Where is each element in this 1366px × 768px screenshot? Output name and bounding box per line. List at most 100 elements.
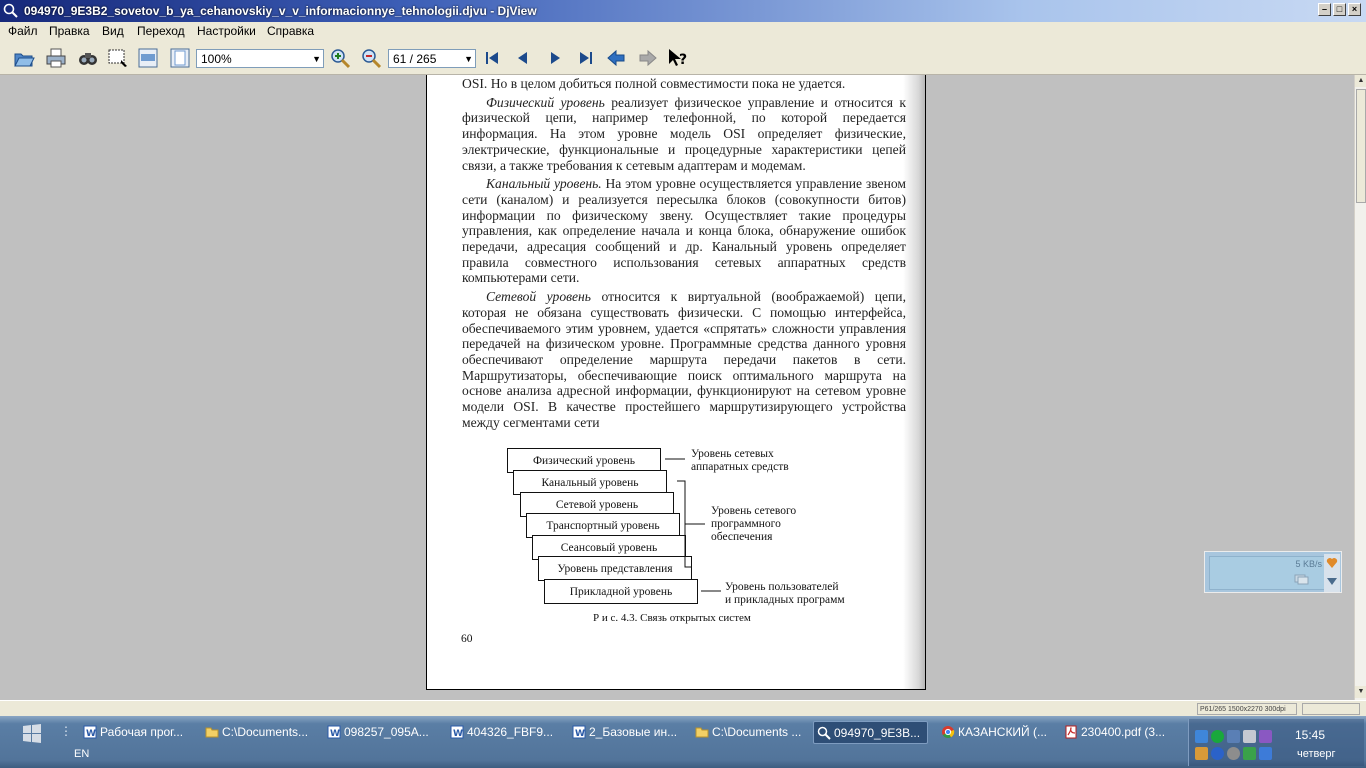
clock-day: четверг xyxy=(1297,748,1336,760)
select-icon[interactable] xyxy=(106,47,130,69)
window-title: 094970_9E3B2_sovetov_b_ya_cehanovskiy_v_… xyxy=(24,4,537,18)
term-network: Сетевой уровень xyxy=(486,289,591,305)
forward-icon[interactable] xyxy=(636,47,660,69)
layer-box: Уровень представления xyxy=(538,556,692,581)
paragraph-datalink: Канальный уровень. На этом уровне осущес… xyxy=(462,176,906,286)
word-icon: W xyxy=(83,725,97,739)
find-icon[interactable] xyxy=(76,47,100,69)
zoom-out-icon[interactable] xyxy=(359,47,383,69)
clock-time[interactable]: 15:45 xyxy=(1295,728,1325,742)
menu-view[interactable]: Вид xyxy=(102,24,124,38)
document-viewer[interactable]: OSI. Но в целом добиться полной совмести… xyxy=(0,75,1354,700)
annotation-hardware: Уровень сетевых аппаратных средств xyxy=(691,448,789,474)
prev-page-icon[interactable] xyxy=(511,47,535,69)
power-icon[interactable] xyxy=(1259,747,1272,760)
task-button[interactable]: КАЗАНСКИЙ (... xyxy=(938,721,1050,744)
task-button[interactable]: W Рабочая прог... xyxy=(80,721,192,744)
print-icon[interactable] xyxy=(44,47,68,69)
open-icon[interactable] xyxy=(12,47,36,69)
task-label: КАЗАНСКИЙ (... xyxy=(958,725,1048,739)
app-tray-icon[interactable] xyxy=(1259,730,1272,743)
fit-width-icon[interactable] xyxy=(136,47,160,69)
menu-settings[interactable]: Настройки xyxy=(197,24,256,38)
menu-go[interactable]: Переход xyxy=(137,24,185,38)
zoom-in-icon[interactable] xyxy=(328,47,352,69)
system-tray: 15:45 четверг xyxy=(1188,719,1364,766)
task-button-active[interactable]: 094970_9E3B... xyxy=(813,721,928,744)
word-icon: W xyxy=(450,725,464,739)
monitor-icon xyxy=(1294,574,1309,585)
task-button[interactable]: W 404326_FBF9... xyxy=(447,721,559,744)
svg-text:W: W xyxy=(453,729,463,739)
chevron-down-icon: ▼ xyxy=(312,54,321,64)
back-icon[interactable] xyxy=(604,47,628,69)
volume-icon[interactable] xyxy=(1195,747,1208,760)
chevron-down-icon[interactable] xyxy=(1326,576,1338,586)
start-icon[interactable] xyxy=(20,722,44,744)
scroll-thumb[interactable] xyxy=(1356,89,1366,203)
annotation-line: программного xyxy=(711,518,781,530)
word-icon: W xyxy=(327,725,341,739)
widget-controls xyxy=(1324,554,1340,592)
document-page: OSI. Но в целом добиться полной совмести… xyxy=(426,75,926,690)
task-label: C:\Documents... xyxy=(222,725,309,739)
whats-this-icon[interactable]: ? xyxy=(666,47,690,69)
paragraph-text: относится к виртуальной (воображаемой) ц… xyxy=(462,289,906,430)
task-label: 230400.pdf (3... xyxy=(1081,725,1166,739)
fit-page-icon[interactable] xyxy=(168,47,192,69)
layer-box: Прикладной уровень xyxy=(544,579,698,604)
network-speed: 5 KB/s xyxy=(1295,559,1322,569)
svg-text:W: W xyxy=(575,729,585,739)
page-value: 61 / 265 xyxy=(393,52,437,66)
folder-icon xyxy=(205,727,219,738)
minimize-button[interactable]: – xyxy=(1318,3,1331,16)
zoom-combo[interactable]: 100% ▼ xyxy=(196,49,324,68)
text-line: OSI. Но в целом добиться полной совмести… xyxy=(462,76,846,91)
annotation-line: обеспечения xyxy=(711,531,773,543)
language-indicator[interactable]: EN xyxy=(74,748,89,760)
toolbar: 100% ▼ 61 / 265 ▼ ? xyxy=(0,40,1366,75)
heart-icon[interactable] xyxy=(1326,557,1338,569)
menu-bar: Файл Правка Вид Переход Настройки Справк… xyxy=(0,22,1366,40)
close-button[interactable]: × xyxy=(1348,3,1361,16)
annotation-line: Уровень сетевого xyxy=(711,505,797,517)
task-button[interactable]: C:\Documents ... xyxy=(692,721,804,744)
page-combo[interactable]: 61 / 265 ▼ xyxy=(388,49,476,68)
settings-icon[interactable] xyxy=(1227,747,1240,760)
display-icon[interactable] xyxy=(1243,730,1256,743)
task-label: C:\Documents ... xyxy=(712,725,802,739)
task-button[interactable]: W 2_Базовые ин... xyxy=(569,721,681,744)
update-icon[interactable] xyxy=(1211,747,1224,760)
task-label: 404326_FBF9... xyxy=(467,725,554,739)
maximize-button[interactable]: □ xyxy=(1333,3,1346,16)
menu-edit[interactable]: Правка xyxy=(49,24,90,38)
task-label: Рабочая прог... xyxy=(100,725,184,739)
task-button[interactable]: C:\Documents... xyxy=(202,721,314,744)
task-label: 2_Базовые ин... xyxy=(589,725,678,739)
network-meter-widget[interactable]: 5 KB/s xyxy=(1204,551,1342,593)
quick-launch-grip: ⋮ xyxy=(60,724,72,738)
annotation-users: Уровень пользователей и прикладных прогр… xyxy=(725,581,845,607)
antivirus-icon[interactable] xyxy=(1211,730,1224,743)
figure-caption: Р и с. 4.3. Связь открытых систем xyxy=(593,612,751,624)
vertical-scrollbar[interactable]: ▲ ▼ xyxy=(1354,75,1366,700)
menu-file[interactable]: Файл xyxy=(8,24,38,38)
windows-flag-icon[interactable] xyxy=(1243,747,1256,760)
page-text: OSI. Но в целом добиться полной совмести… xyxy=(462,75,906,430)
page-info: P61/265 1500x2270 300dpi xyxy=(1197,703,1297,715)
folder-icon xyxy=(695,727,709,738)
task-button[interactable]: W 098257_095A... xyxy=(324,721,436,744)
menu-help[interactable]: Справка xyxy=(267,24,314,38)
bluetooth-icon[interactable] xyxy=(1227,730,1240,743)
scroll-down-icon[interactable]: ▼ xyxy=(1355,686,1366,698)
term-physical: Физический уровень xyxy=(486,94,605,110)
word-icon: W xyxy=(572,725,586,739)
scroll-up-icon[interactable]: ▲ xyxy=(1355,75,1366,87)
last-page-icon[interactable] xyxy=(574,47,598,69)
page-number: 60 xyxy=(461,633,473,645)
first-page-icon[interactable] xyxy=(480,47,504,69)
next-page-icon[interactable] xyxy=(543,47,567,69)
djview-app-icon xyxy=(3,3,18,18)
network-icon[interactable] xyxy=(1195,730,1208,743)
task-button[interactable]: 230400.pdf (3... xyxy=(1061,721,1173,744)
